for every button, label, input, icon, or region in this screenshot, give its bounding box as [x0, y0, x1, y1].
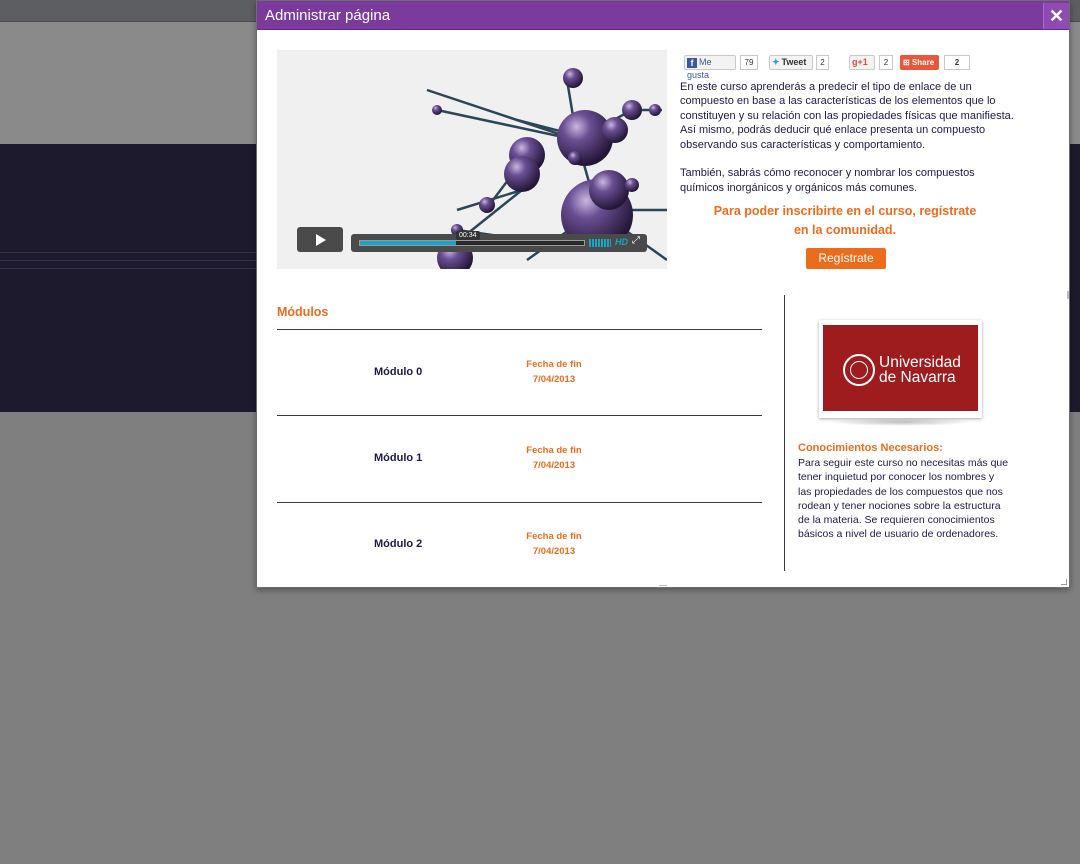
scrollbar[interactable]: [1067, 291, 1069, 299]
university-name: Universidad de Navarra: [879, 354, 961, 386]
module-end-date: Fecha de fin 7/04/2013: [521, 444, 587, 473]
divider: [277, 415, 762, 416]
share-count: 2: [944, 55, 970, 70]
end-date-label: Fecha de fin: [526, 531, 582, 542]
close-icon[interactable]: ✕: [1043, 3, 1069, 29]
dialog-title: Administrar página: [265, 7, 391, 24]
play-icon: [316, 234, 326, 246]
volume-icon[interactable]: [589, 239, 611, 247]
module-end-date: Fecha de fin 7/04/2013: [521, 358, 587, 387]
seek-progress: [360, 241, 457, 245]
google-plus-count: 2: [879, 55, 893, 70]
university-name-line: Universidad: [879, 354, 961, 371]
seek-slider[interactable]: 00:34: [359, 231, 585, 246]
university-logo[interactable]: Universidad de Navarra: [819, 320, 982, 418]
divider: [277, 502, 762, 503]
logo-shadow: [827, 418, 974, 426]
video-controls: 00:34 HD ⤢: [351, 231, 647, 252]
register-button[interactable]: Regístrate: [806, 248, 886, 269]
register-prompt-line: Para poder inscribirte en el curso, regí…: [713, 204, 977, 218]
column-divider: [784, 295, 785, 571]
fullscreen-icon[interactable]: ⤢: [632, 235, 640, 246]
module-name[interactable]: Módulo 0: [374, 366, 434, 378]
requirements-text: Para seguir este curso no necesitas más …: [798, 457, 1009, 541]
facebook-like-button[interactable]: f Me gusta: [684, 55, 736, 80]
end-date-value: 7/04/2013: [532, 459, 576, 471]
register-prompt: Para poder inscribirte en el curso, regí…: [691, 202, 999, 240]
end-date-value: 7/04/2013: [532, 545, 576, 557]
course-description: En este curso aprenderás a predecir el t…: [680, 80, 1020, 210]
register-prompt-line: en la comunidad.: [793, 223, 897, 237]
dialog-titlebar[interactable]: Administrar página ✕: [257, 1, 1069, 30]
module-end-date: Fecha de fin 7/04/2013: [521, 530, 587, 559]
module-name[interactable]: Módulo 1: [374, 452, 434, 464]
end-date-label: Fecha de fin: [526, 359, 582, 370]
logo-background: Universidad de Navarra: [823, 325, 978, 411]
requirements-heading: Conocimientos Necesarios:: [798, 442, 943, 454]
end-date-label: Fecha de fin: [526, 445, 582, 456]
description-paragraph: En este curso aprenderás a predecir el t…: [680, 81, 1014, 151]
share-icon: ⊞: [903, 58, 912, 67]
university-seal-icon: [843, 354, 875, 386]
hd-button[interactable]: HD: [615, 237, 628, 247]
manage-page-dialog: Administrar página ✕ 00:34 HD ⤢ f Me gus…: [256, 0, 1070, 588]
video-player[interactable]: 00:34 HD ⤢: [277, 50, 667, 269]
tweet-count: 2: [816, 55, 829, 70]
tweet-button[interactable]: ✦ Tweet: [769, 55, 813, 70]
share-button[interactable]: ⊞ Share: [900, 55, 939, 70]
description-paragraph: También, sabrás cómo reconocer y nombrar…: [680, 167, 975, 194]
end-date-value: 7/04/2013: [532, 373, 576, 385]
module-name[interactable]: Módulo 2: [374, 538, 434, 550]
time-tooltip: 00:34: [456, 231, 480, 240]
facebook-icon: f: [687, 58, 697, 68]
play-button[interactable]: [297, 227, 343, 252]
university-name-line: de Navarra: [879, 369, 956, 386]
google-plus-button[interactable]: g+1: [849, 55, 875, 70]
divider: [277, 329, 762, 330]
resize-corner-icon[interactable]: [1061, 579, 1067, 585]
twitter-icon: ✦: [772, 57, 780, 67]
facebook-count: 79: [740, 55, 758, 70]
modules-heading: Módulos: [277, 305, 329, 319]
resize-handle[interactable]: [659, 585, 667, 587]
